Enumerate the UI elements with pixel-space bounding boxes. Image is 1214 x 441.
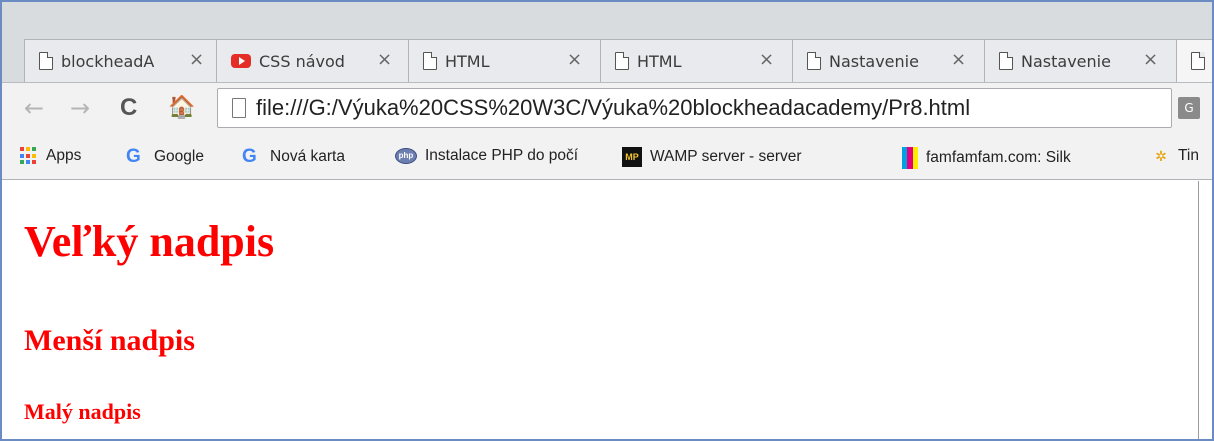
translate-icon[interactable]: G <box>1178 97 1200 119</box>
tab-nastavenie-1[interactable]: Nastavenie × <box>792 39 988 83</box>
tab-strip: blockheadA × CSS návod × HTML × HTML × N… <box>2 2 1212 83</box>
bookmark-label: Google <box>154 148 204 165</box>
address-bar[interactable]: file:///G:/Výuka%20CSS%20W3C/Výuka%20blo… <box>217 88 1172 128</box>
bookmark-label: Instalace PHP do počí <box>425 147 579 164</box>
bookmark-nova-karta[interactable]: G Nová karta <box>242 147 345 167</box>
tab-html-2[interactable]: HTML × <box>600 39 796 83</box>
heading-small: Malý nadpis <box>24 399 141 424</box>
tab-css-navod[interactable]: CSS návod × <box>216 39 412 83</box>
apps-grid-icon <box>20 147 38 165</box>
tab-html-1[interactable]: HTML × <box>408 39 604 83</box>
page-icon <box>615 52 629 70</box>
tab-blockhead[interactable]: blockheadA × <box>24 39 222 83</box>
page-icon <box>999 52 1013 70</box>
bookmark-label: Tin <box>1178 147 1199 164</box>
forward-button[interactable]: → <box>70 94 90 122</box>
bookmark-wamp[interactable]: MP WAMP server - server <box>622 147 802 167</box>
page-icon <box>39 52 53 70</box>
bookmark-instalace-php[interactable]: php Instalace PHP do počí <box>395 147 578 165</box>
famfamfam-icon <box>902 147 918 169</box>
back-button[interactable]: ← <box>24 94 44 122</box>
tab-title: blockheadA <box>61 51 155 71</box>
reload-button[interactable]: C <box>120 94 137 122</box>
tab-active[interactable] <box>1176 39 1212 83</box>
close-icon[interactable]: × <box>189 50 204 70</box>
close-icon[interactable]: × <box>377 50 392 70</box>
bookmark-label: famfamfam.com: Silk <box>926 149 1071 166</box>
scrollbar[interactable] <box>1198 181 1212 439</box>
page-icon <box>423 52 437 70</box>
close-icon[interactable]: × <box>567 50 582 70</box>
mp-icon: MP <box>622 147 642 167</box>
close-icon[interactable]: × <box>951 50 966 70</box>
tab-nastavenie-2[interactable]: Nastavenie × <box>984 39 1180 83</box>
tab-title: Nastavenie <box>1021 51 1111 71</box>
page-icon <box>232 98 246 118</box>
bookmark-tin[interactable]: ✲ Tin <box>1152 147 1199 165</box>
page-icon <box>807 52 821 70</box>
browser-window: blockheadA × CSS návod × HTML × HTML × N… <box>0 0 1214 441</box>
bookmark-famfamfam[interactable]: famfamfam.com: Silk <box>902 147 1071 169</box>
php-icon: php <box>395 148 417 164</box>
bookmark-google[interactable]: G Google <box>126 147 204 167</box>
url-text[interactable]: file:///G:/Výuka%20CSS%20W3C/Výuka%20blo… <box>256 95 970 121</box>
youtube-icon <box>231 54 251 68</box>
tab-title: CSS návod <box>259 51 345 71</box>
bookmark-label: WAMP server - server <box>650 148 802 165</box>
tab-title: Nastavenie <box>829 51 919 71</box>
close-icon[interactable]: × <box>1143 50 1158 70</box>
tiny-icon: ✲ <box>1155 148 1167 164</box>
page-icon <box>1191 52 1205 70</box>
bookmark-apps[interactable]: Apps <box>20 147 81 165</box>
tab-title: HTML <box>637 51 682 71</box>
bookmark-label: Nová karta <box>270 148 345 165</box>
heading-large: Veľký nadpis <box>24 217 275 266</box>
close-icon[interactable]: × <box>759 50 774 70</box>
google-icon: G <box>242 146 257 167</box>
google-icon: G <box>126 146 141 167</box>
bookmark-label: Apps <box>46 147 82 164</box>
heading-medium: Menší nadpis <box>24 324 195 357</box>
tab-title: HTML <box>445 51 490 71</box>
home-button[interactable]: 🏠 <box>168 94 195 122</box>
